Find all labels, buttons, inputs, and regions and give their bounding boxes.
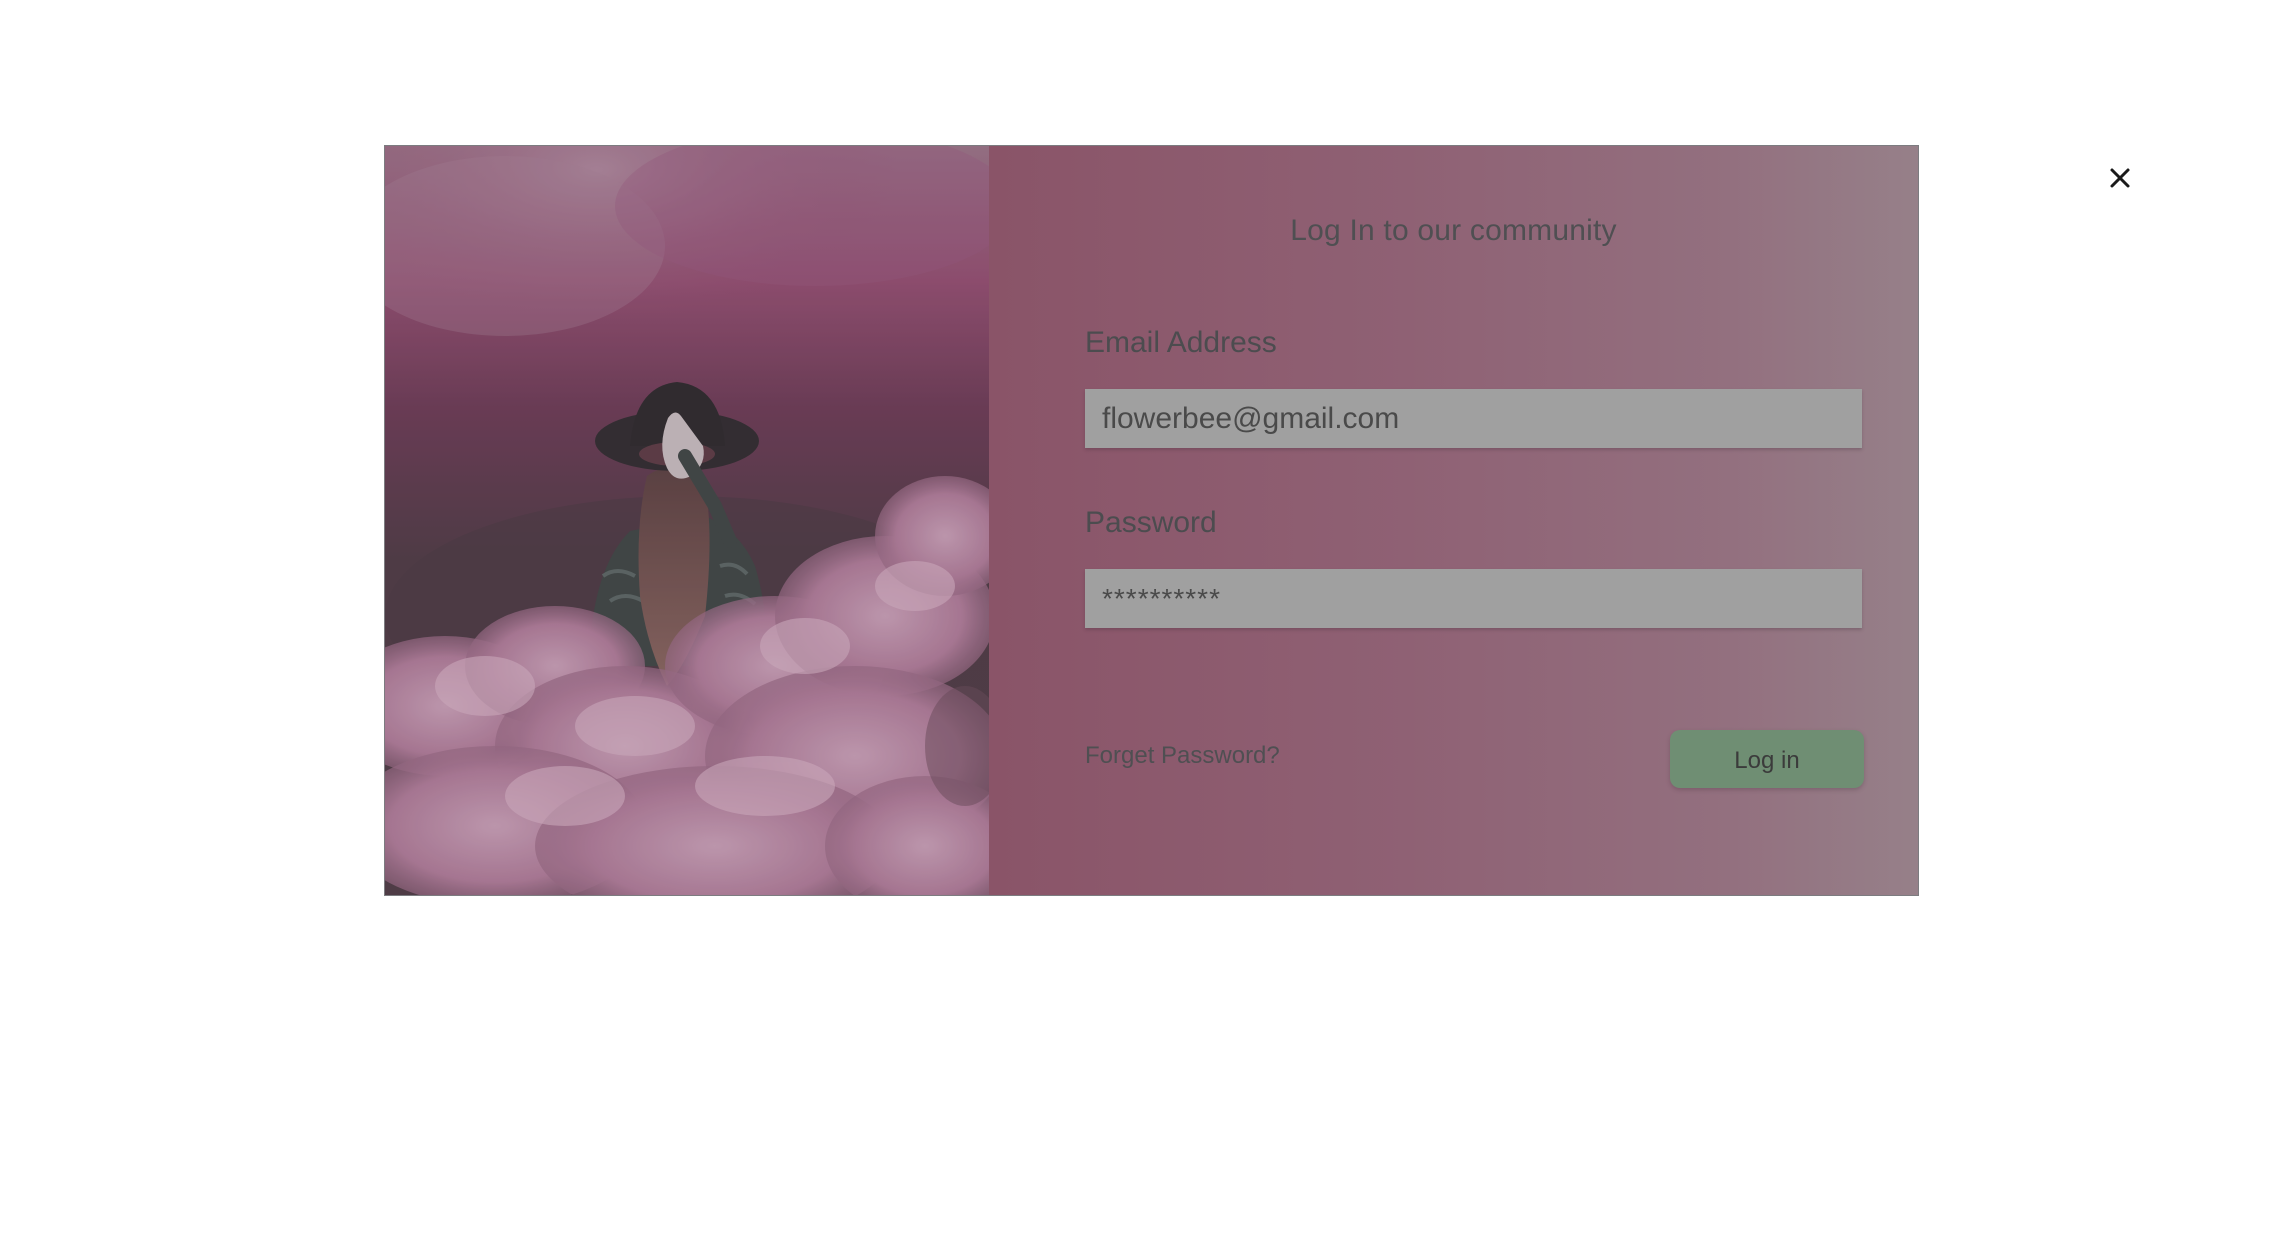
email-label: Email Address (1085, 326, 1277, 359)
close-button[interactable] (2104, 162, 2136, 194)
close-icon[interactable] (2104, 162, 2136, 194)
login-button[interactable]: Log in (1670, 730, 1864, 788)
page: Log In to our community Email Address Pa… (0, 0, 2296, 1246)
email-field[interactable] (1085, 389, 1862, 448)
password-field[interactable] (1085, 569, 1862, 628)
modal-title: Log In to our community (1290, 214, 1617, 247)
modal-photo (385, 146, 989, 895)
login-modal: Log In to our community Email Address Pa… (384, 145, 1919, 896)
photo-woman-in-pink-smoke (385, 146, 989, 895)
password-label: Password (1085, 506, 1217, 539)
forgot-password-link[interactable]: Forget Password? (1085, 742, 1280, 770)
login-form-panel: Log In to our community Email Address Pa… (989, 146, 1918, 895)
